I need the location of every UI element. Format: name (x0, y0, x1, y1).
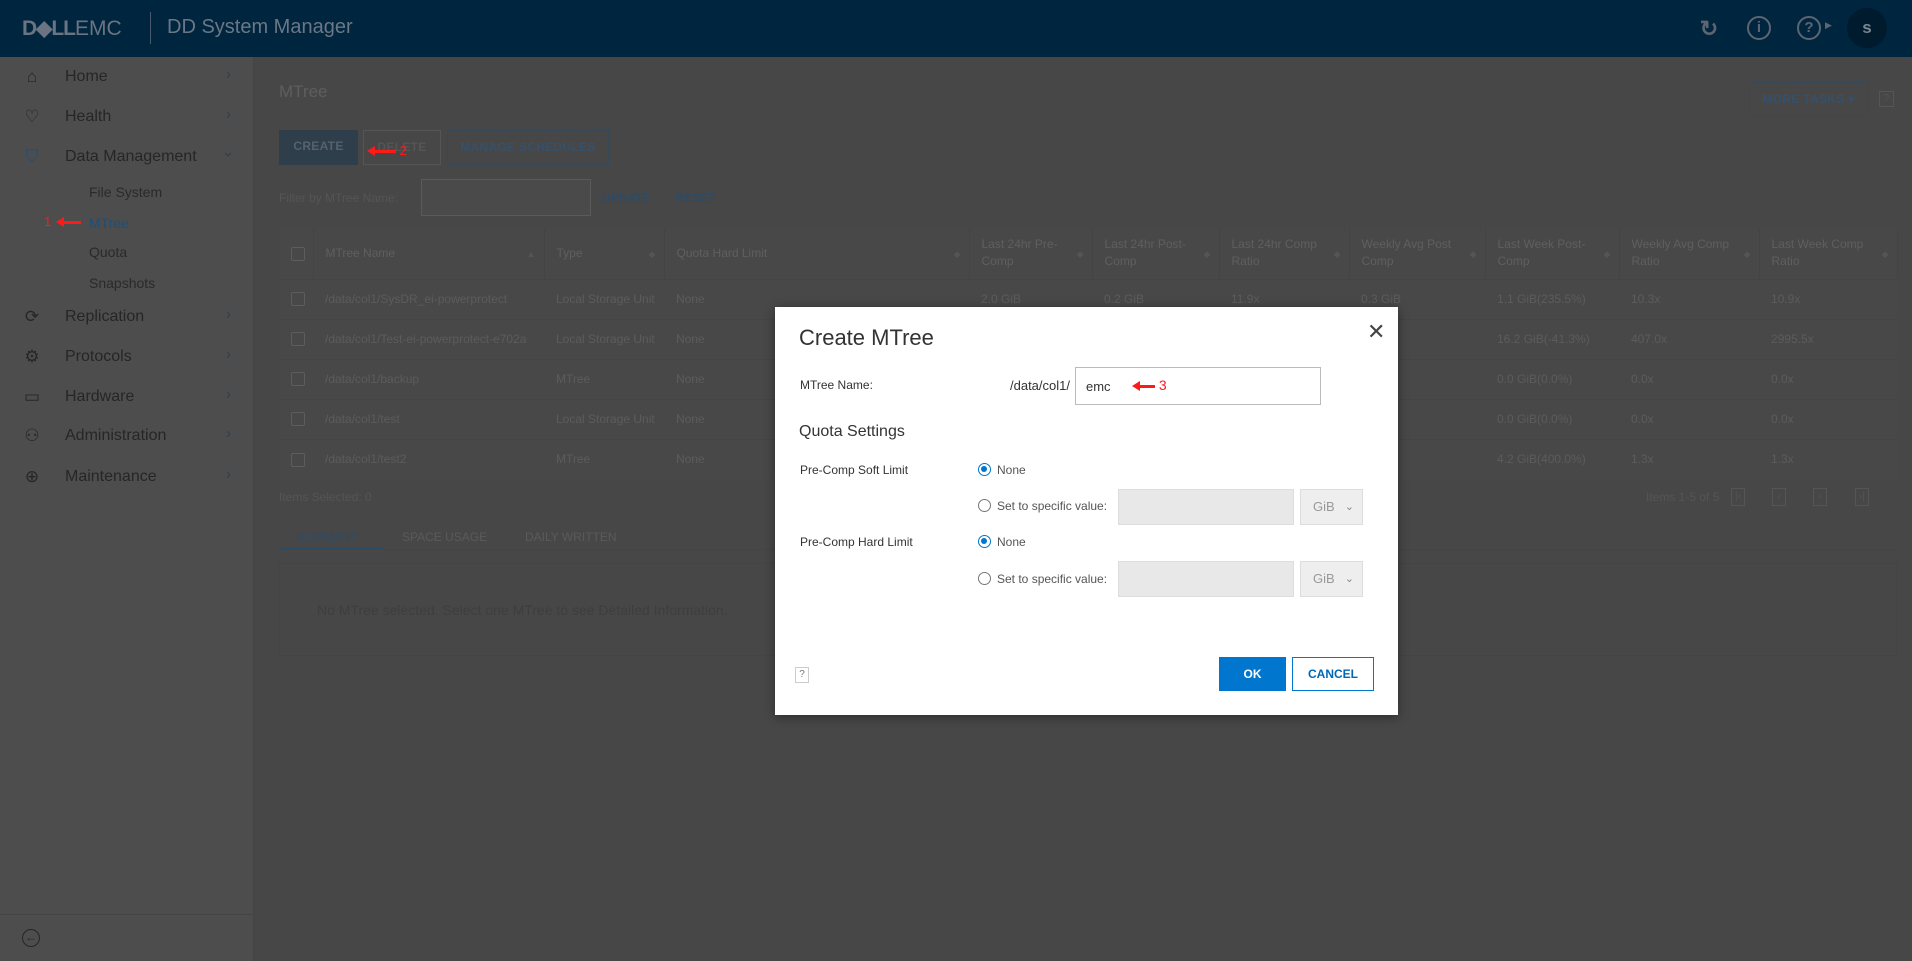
cancel-button[interactable]: CANCEL (1292, 657, 1374, 691)
soft-limit-value-input[interactable] (1118, 489, 1294, 525)
ok-button[interactable]: OK (1219, 657, 1286, 691)
chevron-down-icon: ⌄ (1344, 501, 1354, 513)
soft-limit-none-label[interactable]: None (997, 463, 1026, 477)
create-mtree-dialog: Create MTree ✕ MTree Name: /data/col1/ 3… (775, 307, 1398, 715)
hard-limit-unit-select[interactable]: GiB ⌄ (1300, 561, 1363, 597)
mtree-path-prefix: /data/col1/ (1010, 378, 1070, 393)
hard-limit-none-radio[interactable] (978, 535, 991, 548)
mtree-name-label: MTree Name: (800, 378, 873, 392)
soft-limit-none-radio[interactable] (978, 463, 991, 476)
soft-limit-specific-label[interactable]: Set to specific value: (997, 499, 1107, 513)
dialog-title: Create MTree (799, 325, 934, 350)
hard-limit-none-label[interactable]: None (997, 535, 1026, 549)
annotation-3: 3 (1131, 377, 1167, 393)
quota-settings-heading: Quota Settings (799, 423, 905, 440)
mtree-name-input[interactable] (1075, 367, 1321, 405)
soft-limit-specific-radio[interactable] (978, 499, 991, 512)
hard-limit-value-input[interactable] (1118, 561, 1294, 597)
soft-limit-label: Pre-Comp Soft Limit (800, 463, 909, 477)
dialog-help-icon[interactable]: ? (795, 667, 809, 683)
hard-limit-label: Pre-Comp Hard Limit (800, 535, 913, 549)
close-icon[interactable]: ✕ (1367, 319, 1385, 345)
soft-limit-unit-select[interactable]: GiB ⌄ (1300, 489, 1363, 525)
hard-limit-specific-radio[interactable] (978, 572, 991, 585)
hard-limit-specific-label[interactable]: Set to specific value: (997, 572, 1107, 586)
chevron-down-icon: ⌄ (1344, 573, 1354, 585)
